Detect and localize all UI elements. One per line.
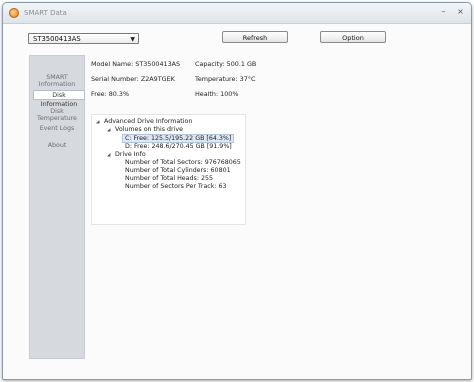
tree-node-volume-d[interactable]: D: Free: 248.6/270.45 GB [91.9%] — [125, 143, 232, 150]
tree-node-volume-c[interactable]: C: Free: 125.5/195.22 GB [64.3%] — [122, 134, 235, 143]
sidebar: SMART Information Disk Information Disk … — [29, 55, 85, 359]
chevron-down-icon: ▼ — [130, 36, 135, 43]
tree-node-advanced-drive-information[interactable]: Advanced Drive Information — [104, 118, 192, 125]
tree-node-total-sectors[interactable]: Number of Total Sectors: 976768065 — [125, 159, 241, 166]
free-space: Free: 80.3% — [91, 90, 130, 98]
minimize-icon[interactable]: – — [438, 7, 449, 17]
expand-arrow-icon[interactable]: ◢ — [96, 120, 99, 125]
option-button[interactable]: Option — [320, 31, 386, 43]
health: Health: 100% — [195, 90, 239, 98]
model-name: Model Name: ST3500413AS — [91, 60, 181, 68]
drive-select[interactable]: ST3500413AS ▼ — [28, 33, 139, 44]
app-logo-icon — [9, 8, 19, 18]
drive-select-value: ST3500413AS — [33, 35, 81, 43]
tree-node-drive-info[interactable]: Drive Info — [115, 151, 146, 158]
sidebar-item-about[interactable]: About — [30, 142, 84, 149]
window-title: SMART Data — [24, 9, 67, 17]
tree-node-total-heads[interactable]: Number of Total Heads: 255 — [125, 175, 213, 182]
close-icon[interactable]: × — [455, 7, 466, 17]
serial-number: Serial Number: Z2A9TGEK — [91, 75, 175, 83]
capacity: Capacity: 500.1 GB — [195, 60, 257, 68]
title-bar: SMART Data – × — [3, 3, 471, 24]
expand-arrow-icon[interactable]: ◢ — [107, 153, 110, 158]
temperature: Temperature: 37°C — [195, 75, 256, 83]
tree-node-sectors-per-track[interactable]: Number of Sectors Per Track: 63 — [125, 183, 227, 190]
expand-arrow-icon[interactable]: ◢ — [107, 128, 110, 133]
tree-node-total-cylinders[interactable]: Number of Total Cylinders: 60801 — [125, 167, 231, 174]
sidebar-item-disk-information[interactable]: Disk Information — [33, 90, 85, 108]
refresh-button[interactable]: Refresh — [222, 31, 288, 43]
sidebar-item-event-logs[interactable]: Event Logs — [30, 125, 84, 132]
sidebar-item-disk-temperature[interactable]: Disk Temperature — [30, 108, 84, 122]
sidebar-item-smart-information[interactable]: SMART Information — [30, 74, 84, 88]
tree-node-volumes[interactable]: Volumes on this drive — [115, 126, 183, 133]
